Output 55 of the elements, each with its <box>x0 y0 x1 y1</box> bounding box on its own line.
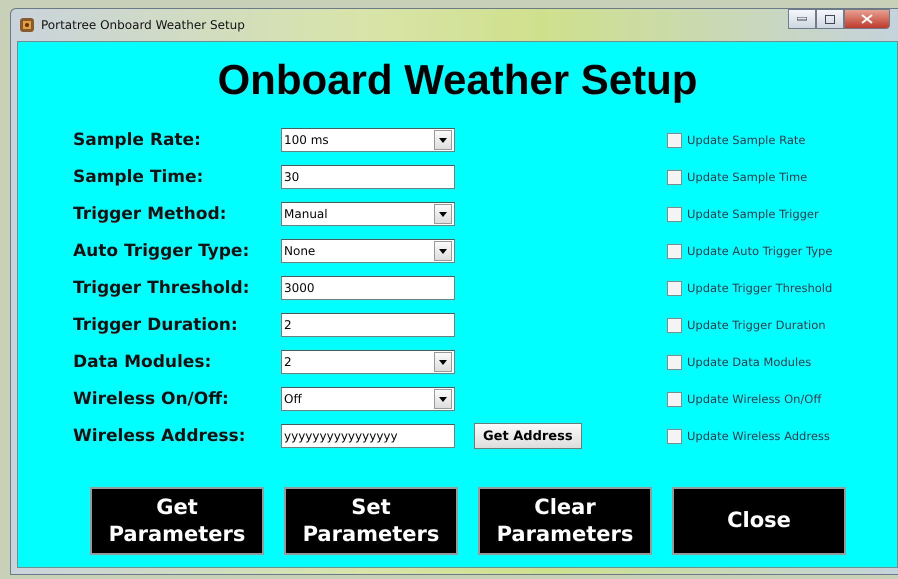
field-label: Wireless Address: <box>73 426 246 446</box>
dropdown[interactable]: 2 <box>281 350 455 374</box>
window-title: Portatree Onboard Weather Setup <box>41 18 245 32</box>
dropdown[interactable]: Off <box>281 387 455 411</box>
field-label: Sample Rate: <box>73 130 202 150</box>
field-label: Trigger Duration: <box>73 315 239 335</box>
dropdown[interactable]: None <box>281 239 455 263</box>
checkbox[interactable] <box>667 244 682 258</box>
minimize-button[interactable] <box>788 9 816 29</box>
input-field[interactable]: 3000 <box>281 276 455 300</box>
caret-icon <box>439 396 447 402</box>
field-label: Trigger Method: <box>73 204 228 224</box>
dropdown[interactable]: Manual <box>281 202 455 226</box>
field-label: Sample Time: <box>73 167 204 187</box>
checkbox-label: Update Sample Trigger <box>687 207 819 221</box>
close-button[interactable] <box>844 9 890 29</box>
get-address-button[interactable]: Get Address <box>474 423 582 449</box>
action-button[interactable]: Clear Parameters <box>478 487 652 555</box>
close-icon <box>861 14 873 24</box>
action-button[interactable]: Set Parameters <box>284 487 458 555</box>
field-label: Data Modules: <box>73 352 212 372</box>
minimize-icon <box>797 17 807 21</box>
checkbox-label: Update Trigger Duration <box>687 318 826 332</box>
checkbox[interactable] <box>667 392 682 406</box>
checkbox[interactable] <box>667 206 682 222</box>
field-label: Trigger Threshold: <box>73 278 250 298</box>
action-button[interactable]: Close <box>672 487 846 555</box>
checkbox-label: Update Wireless On/Off <box>687 392 822 406</box>
input-field[interactable]: yyyyyyyyyyyyyyyy <box>281 424 455 448</box>
action-button[interactable]: Get Parameters <box>90 487 264 555</box>
input-field[interactable]: 30 <box>281 165 455 189</box>
checkbox-label: Update Auto Trigger Type <box>687 244 832 258</box>
checkbox[interactable] <box>667 132 682 148</box>
checkbox[interactable] <box>667 170 682 184</box>
caret-icon <box>439 248 447 254</box>
input-field[interactable]: 2 <box>281 313 455 337</box>
checkbox-label: Update Data Modules <box>687 355 812 369</box>
checkbox[interactable] <box>667 354 682 370</box>
dropdown[interactable]: 100 ms <box>281 128 455 152</box>
caret-icon <box>439 212 447 216</box>
maximize-icon <box>825 14 835 24</box>
checkbox[interactable] <box>667 318 682 332</box>
checkbox-label: Update Trigger Threshold <box>687 281 832 295</box>
caret-icon <box>439 360 447 364</box>
maximize-button[interactable] <box>816 9 844 29</box>
checkbox-label: Update Sample Time <box>687 170 808 184</box>
checkbox-label: Update Wireless Address <box>687 429 830 443</box>
heading: Onboard Weather Setup <box>216 56 698 105</box>
field-label: Wireless On/Off: <box>73 389 230 409</box>
field-label: Auto Trigger Type: <box>73 241 250 261</box>
checkbox[interactable] <box>667 428 682 444</box>
checkbox-label: Update Sample Rate <box>687 133 806 147</box>
app-icon <box>19 17 35 33</box>
checkbox[interactable] <box>667 280 682 296</box>
caret-icon <box>439 138 447 142</box>
